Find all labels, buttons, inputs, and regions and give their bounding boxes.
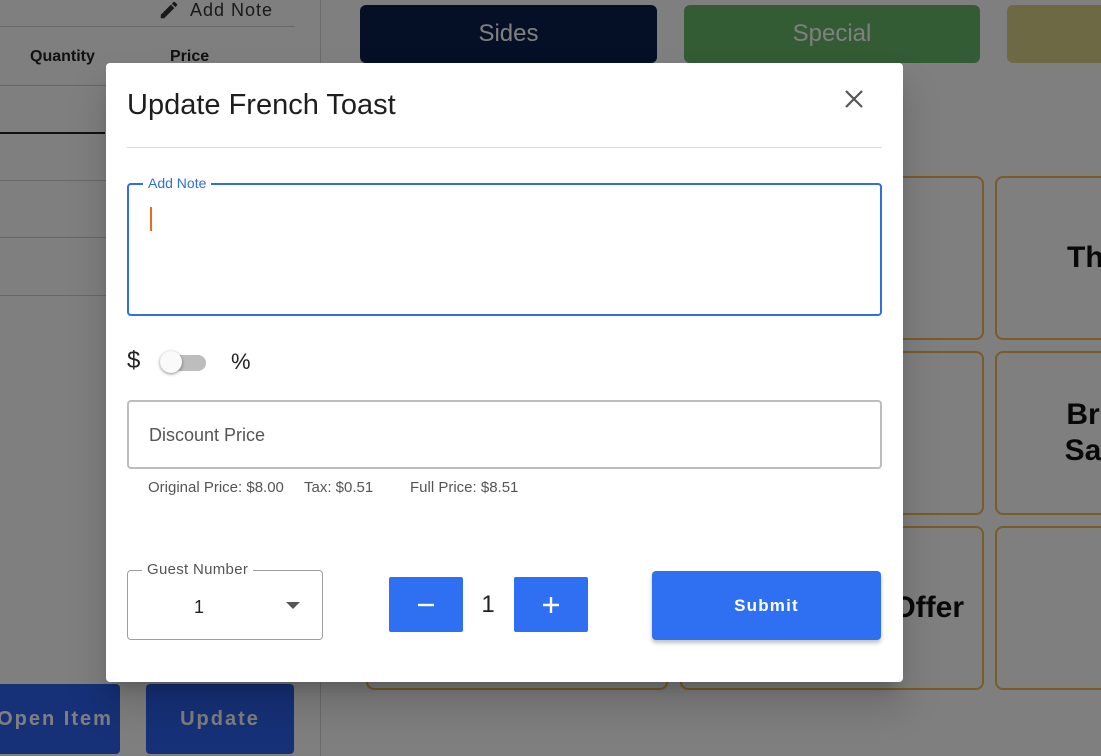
guest-number-select[interactable]: Guest Number 1: [127, 561, 323, 640]
discount-mode-switch[interactable]: [160, 351, 206, 373]
dropdown-arrow-icon: [286, 602, 300, 609]
dollar-symbol: $: [127, 347, 141, 374]
text-cursor: [150, 207, 152, 231]
plus-icon: [543, 596, 559, 613]
guest-number-label: Guest Number: [142, 561, 254, 578]
submit-button[interactable]: Submit: [652, 571, 881, 640]
decrease-quantity-button[interactable]: [389, 577, 463, 632]
title-divider: [127, 147, 882, 148]
increase-quantity-button[interactable]: [514, 577, 588, 632]
close-icon: [845, 90, 863, 108]
close-button[interactable]: [842, 87, 866, 111]
note-field: Add Note: [127, 175, 882, 316]
discount-mode-toggle-row: $ %: [127, 347, 287, 377]
percent-symbol: %: [231, 349, 251, 374]
original-price-text: Original Price: $8.00: [148, 479, 284, 496]
tax-text: Tax: $0.51: [304, 479, 374, 496]
note-field-label: Add Note: [143, 175, 212, 191]
discount-price-input[interactable]: [147, 402, 851, 469]
quantity-value: 1: [481, 591, 495, 618]
discount-price-field: [127, 400, 882, 469]
dialog-title: Update French Toast: [127, 89, 396, 121]
guest-number-value: 1: [194, 597, 205, 617]
minus-icon: [418, 603, 434, 606]
note-input[interactable]: [147, 201, 851, 295]
update-item-dialog: Update French Toast Add Note $ % Origina…: [106, 63, 903, 682]
switch-thumb[interactable]: [160, 351, 182, 373]
full-price-text: Full Price: $8.51: [410, 479, 519, 496]
